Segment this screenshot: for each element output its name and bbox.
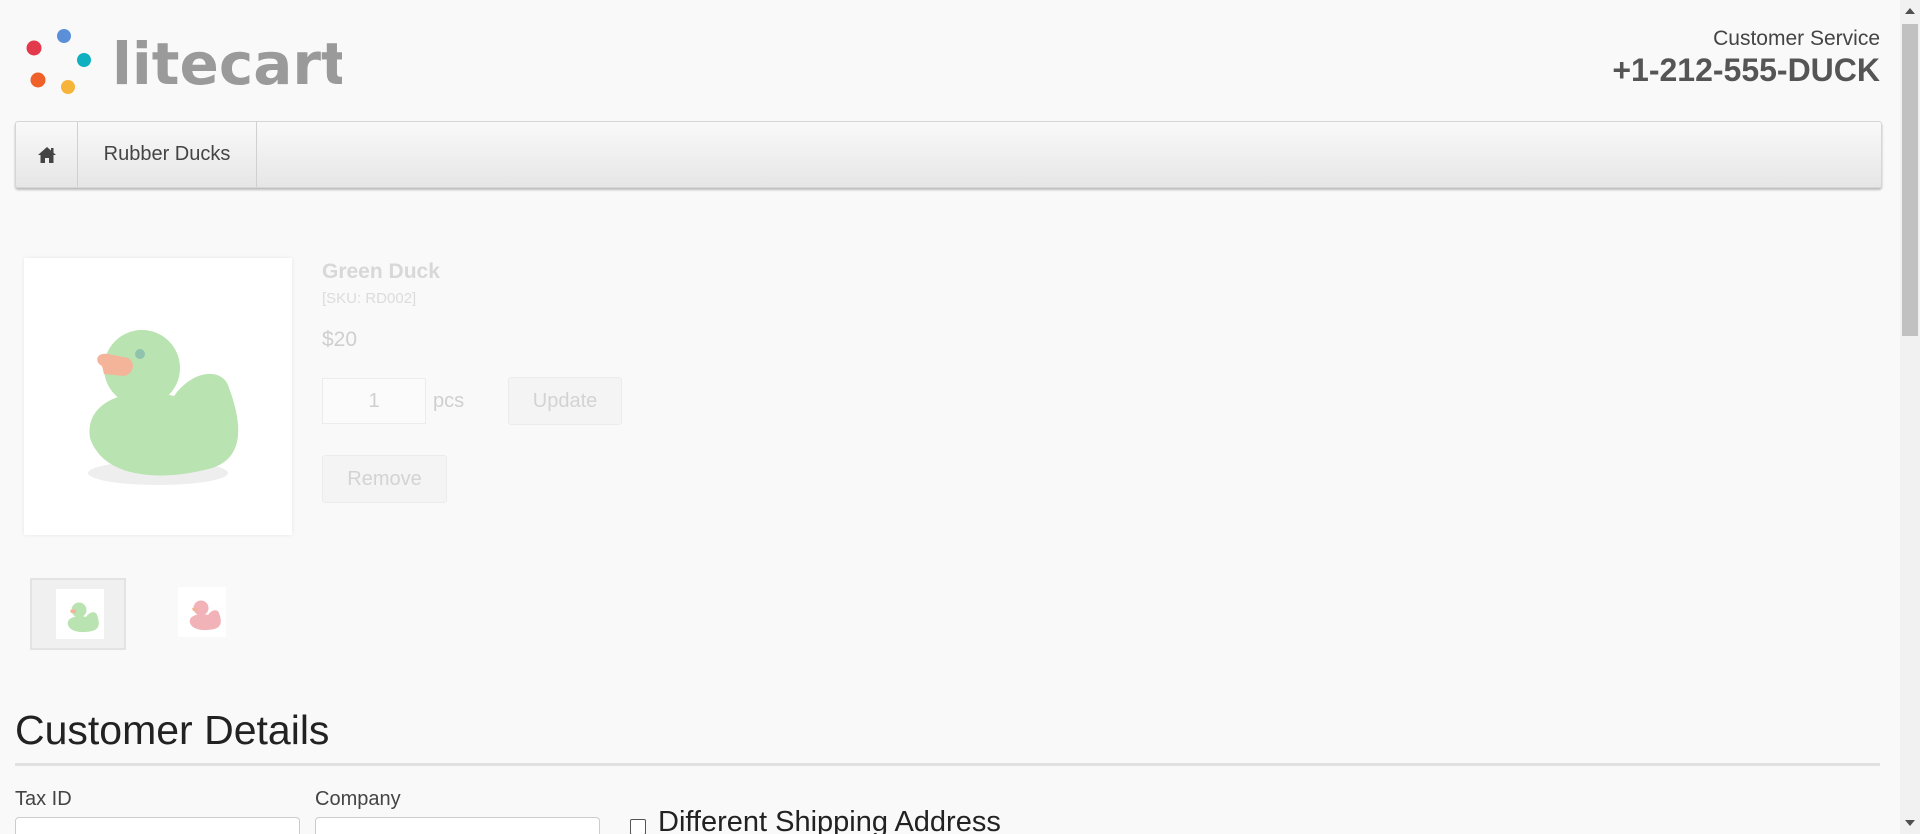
tax-id-input[interactable] <box>15 817 300 834</box>
product-name[interactable]: Green Duck <box>322 260 440 284</box>
cart-item: Green Duck [SKU: RD002] $20 pcs Update R… <box>24 258 624 658</box>
green-duck-image <box>88 330 239 485</box>
different-shipping-label[interactable]: Different Shipping Address <box>658 806 1001 834</box>
scroll-down-arrow-icon[interactable] <box>1905 820 1915 826</box>
customer-service: Customer Service +1-212-555-DUCK <box>1612 26 1880 88</box>
nav-home[interactable] <box>16 122 78 187</box>
product-image[interactable] <box>24 258 292 535</box>
thumbnail-image <box>178 587 226 637</box>
customer-details-title: Customer Details <box>15 707 330 753</box>
different-shipping-checkbox[interactable] <box>630 819 646 834</box>
product-price: $20 <box>322 328 358 351</box>
company-label: Company <box>315 788 401 810</box>
product-sku: [SKU: RD002] <box>322 290 417 307</box>
home-icon <box>37 146 56 163</box>
quantity-unit: pcs <box>433 390 465 412</box>
scrollbar-thumb[interactable] <box>1902 24 1918 336</box>
tax-id-label: Tax ID <box>15 788 72 810</box>
main-navigation: Rubber Ducks <box>15 121 1882 188</box>
remove-button[interactable]: Remove <box>322 455 447 503</box>
thumbnail-green-duck[interactable] <box>30 578 126 650</box>
vertical-scrollbar[interactable] <box>1900 0 1920 834</box>
logo-text: litecart <box>112 30 342 98</box>
company-input[interactable] <box>315 817 600 834</box>
customer-service-label: Customer Service <box>1713 27 1880 50</box>
thumbnail-red-duck[interactable] <box>154 578 250 650</box>
phone-number[interactable]: +1-212-555-DUCK <box>1612 52 1880 88</box>
section-divider <box>15 763 1880 766</box>
quantity-input[interactable] <box>322 378 426 424</box>
update-button[interactable]: Update <box>508 377 622 425</box>
page: litecart Customer Service +1-212-555-DUC… <box>0 0 1900 834</box>
nav-item-rubber-ducks[interactable]: Rubber Ducks <box>78 122 257 187</box>
thumbnail-image <box>56 589 104 639</box>
scroll-up-arrow-icon[interactable] <box>1905 8 1915 14</box>
litecart-logo[interactable]: litecart <box>22 26 342 98</box>
